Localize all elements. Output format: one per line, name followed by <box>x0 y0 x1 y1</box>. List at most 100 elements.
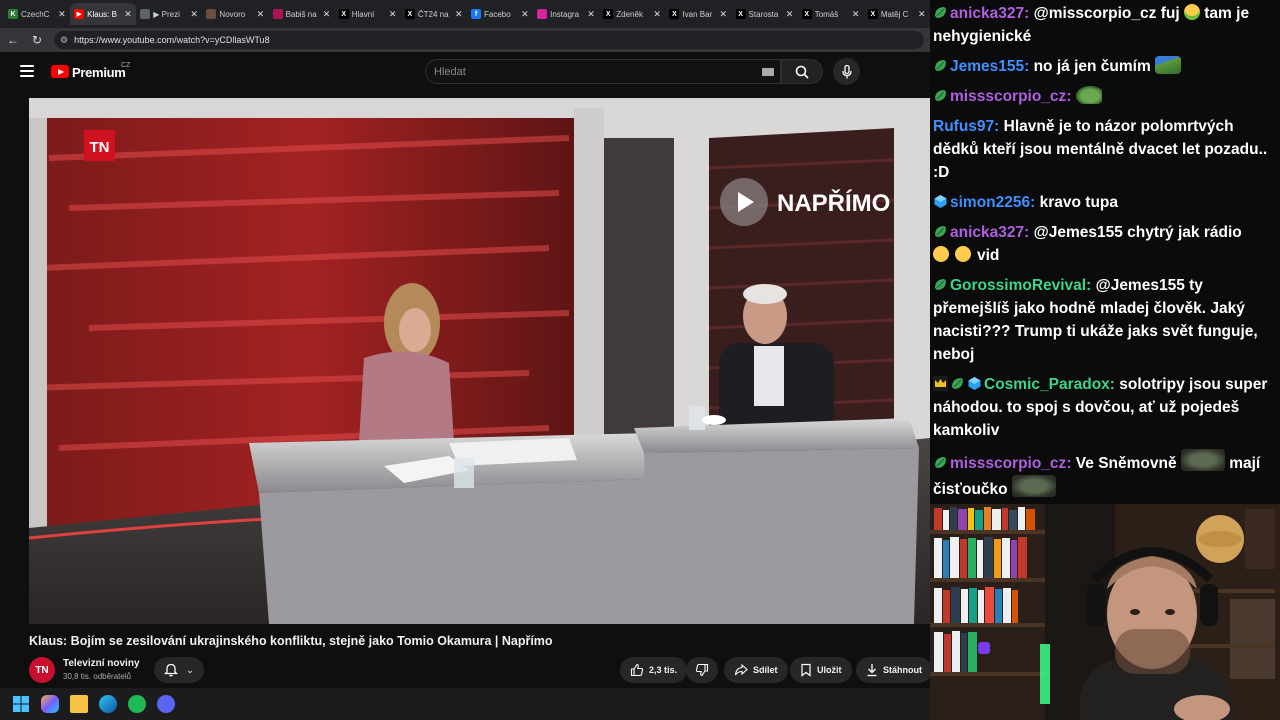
browser-tab[interactable]: Novoro ✕ <box>202 3 268 25</box>
chat-username[interactable]: anicka327 <box>950 5 1024 22</box>
edge-browser-icon[interactable] <box>99 695 117 713</box>
tab-title: Matěj C <box>880 9 909 19</box>
tab-title: Tomáš <box>814 9 839 19</box>
green-badge-icon <box>933 58 950 75</box>
chat-message: simon2256: kravo tupa <box>933 191 1274 214</box>
tab-favicon-icon: X <box>867 9 878 19</box>
close-tab-icon[interactable]: ✕ <box>786 9 794 20</box>
chat-username[interactable]: missscorpio_cz <box>950 88 1066 105</box>
save-button[interactable]: Uložit <box>790 657 852 683</box>
keyboard-icon[interactable] <box>762 68 774 76</box>
subscriber-count: 30,8 tis. odběratelů <box>63 672 132 681</box>
green-badge-icon <box>950 376 967 393</box>
tab-favicon-icon: f <box>470 9 481 19</box>
close-tab-icon[interactable]: ✕ <box>389 9 397 20</box>
close-tab-icon[interactable]: ✕ <box>720 9 728 20</box>
site-info-icon[interactable]: ⚙ <box>60 35 68 46</box>
tab-title: ▶ Prezi <box>153 9 180 19</box>
close-tab-icon[interactable]: ✕ <box>521 9 529 20</box>
browser-tab[interactable]: Instagra ✕ <box>533 3 599 25</box>
chat-message: anicka327: @misscorpio_cz fuj tam je neh… <box>933 4 1250 45</box>
green-badge-icon <box>933 5 950 22</box>
search-input[interactable]: Hledat <box>425 59 781 84</box>
browser-tab[interactable]: X Ivan Bar ✕ <box>665 3 731 25</box>
close-tab-icon[interactable]: ✕ <box>190 9 198 20</box>
browser-tab[interactable]: X Zdeněk ✕ <box>599 3 665 25</box>
rofl-emoji-icon <box>933 246 949 262</box>
tab-favicon-icon <box>140 9 151 19</box>
close-tab-icon[interactable]: ✕ <box>587 9 595 20</box>
video-frame: NAPŘÍMO TN <box>29 98 930 624</box>
chat-username[interactable]: missscorpio_cz <box>950 455 1066 472</box>
screen: K CzechC ✕ ▶ Klaus: B ✕ ▶ Prezi ✕ Novoro ✕ Babiš n… <box>0 0 1280 720</box>
close-tab-icon[interactable]: ✕ <box>918 9 926 20</box>
youtube-header: Premium CZ Hledat <box>0 52 930 92</box>
webcam-feed <box>930 504 1280 720</box>
browser-tab[interactable]: X Hlavní ✕ <box>335 3 401 25</box>
share-label: Sdílet <box>753 665 778 675</box>
stone-face-emote-icon <box>1011 475 1056 497</box>
search-button[interactable] <box>781 59 823 84</box>
download-button[interactable]: Stáhnout <box>856 657 930 683</box>
browser-tab[interactable]: f Facebo ✕ <box>467 3 533 25</box>
browser-tab[interactable]: X Tomáš ✕ <box>798 3 864 25</box>
browser-tab[interactable]: X Matěj C ✕ <box>864 3 930 25</box>
bookmark-icon <box>801 663 811 677</box>
stone-face-emote-icon <box>1180 449 1225 471</box>
browser-tab[interactable]: ▶ Klaus: B ✕ <box>70 3 137 25</box>
like-button[interactable]: 2,3 tis. <box>620 657 688 683</box>
close-tab-icon[interactable]: ✕ <box>257 9 265 20</box>
channel-name[interactable]: Televizní noviny <box>63 658 140 669</box>
browser-tab[interactable]: K CzechC ✕ <box>4 3 70 25</box>
show-name-overlay: NAPŘÍMO <box>777 189 890 217</box>
browser-tab[interactable]: X Starosta ✕ <box>732 3 798 25</box>
green-badge-icon <box>933 88 950 105</box>
video-player[interactable]: NAPŘÍMO TN <box>29 98 930 624</box>
close-tab-icon[interactable]: ✕ <box>653 9 661 20</box>
url-field[interactable]: ⚙ https://www.youtube.com/watch?v=yCDlla… <box>54 31 924 49</box>
youtube-logo-icon[interactable] <box>51 65 69 78</box>
microphone-icon <box>841 64 852 78</box>
frog-emote-icon <box>1075 86 1102 104</box>
chat-text: @Jemes155 chytrý jak rádio <box>1033 224 1242 241</box>
youtube-brand[interactable]: Premium <box>72 65 126 80</box>
browser-tab[interactable]: Babiš na ✕ <box>269 3 335 25</box>
close-tab-icon[interactable]: ✕ <box>852 9 860 20</box>
close-tab-icon[interactable]: ✕ <box>323 9 331 20</box>
close-tab-icon[interactable]: ✕ <box>124 9 132 20</box>
close-tab-icon[interactable]: ✕ <box>455 9 463 20</box>
back-arrow-icon[interactable]: ← <box>6 33 20 47</box>
country-code: CZ <box>121 62 131 69</box>
menu-icon[interactable] <box>20 65 34 77</box>
tab-title: ČT24 na <box>417 9 449 19</box>
like-count: 2,3 tis. <box>649 665 678 675</box>
chat-username[interactable]: Jemes155 <box>950 58 1024 75</box>
reload-icon[interactable]: ↻ <box>30 33 44 47</box>
tab-favicon-icon: X <box>669 9 680 19</box>
tab-favicon-icon: X <box>735 9 746 19</box>
close-tab-icon[interactable]: ✕ <box>58 9 66 20</box>
channel-avatar[interactable]: TN <box>29 657 55 683</box>
share-button[interactable]: Sdílet <box>724 657 788 683</box>
voice-search-button[interactable] <box>833 58 860 85</box>
copilot-icon[interactable] <box>41 695 59 713</box>
chevron-down-icon: ⌄ <box>186 664 194 675</box>
chat-username[interactable]: simon2256 <box>950 194 1030 211</box>
chat-username[interactable]: Cosmic_Paradox <box>984 376 1110 393</box>
browser-tab[interactable]: ▶ Prezi ✕ <box>136 3 202 25</box>
spotify-icon[interactable] <box>128 695 146 713</box>
chat-username[interactable]: anicka327 <box>950 224 1024 241</box>
notification-bell-button[interactable]: ⌄ <box>154 657 204 683</box>
dislike-button[interactable] <box>686 657 718 683</box>
windows-start-icon[interactable] <box>12 695 30 713</box>
discord-icon[interactable] <box>157 695 175 713</box>
search-placeholder: Hledat <box>434 65 466 78</box>
browser-tab[interactable]: X ČT24 na ✕ <box>401 3 467 25</box>
chat-username[interactable]: GorossimoRevival <box>950 277 1086 294</box>
url-text: https://www.youtube.com/watch?v=yCDllasW… <box>74 35 270 45</box>
chat-message: Rufus97: Hlavně je to názor polomrtvých … <box>933 118 1268 181</box>
file-explorer-icon[interactable] <box>70 695 88 713</box>
tab-favicon-icon: ▶ <box>74 9 85 19</box>
tab-title: Facebo <box>483 9 511 19</box>
chat-username[interactable]: Rufus97 <box>933 118 994 135</box>
